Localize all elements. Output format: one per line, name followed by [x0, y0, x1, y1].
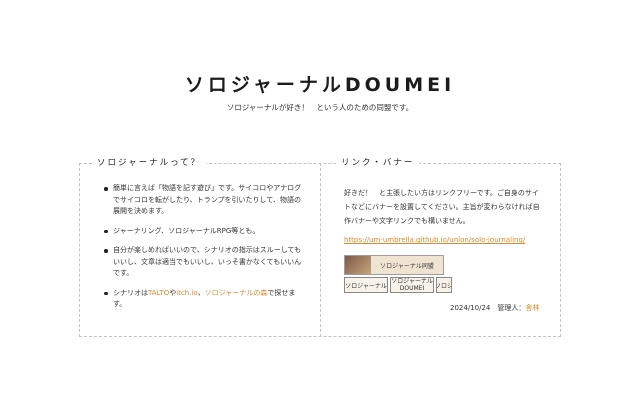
- list-item-text: 簡単に言えば「物語を記す遊び」です。サイコロやアナログでサイコロを転がしたり、ト…: [113, 184, 302, 215]
- list-item-text: ジャーナリング、ソロジャーナルRPG等とも。: [113, 226, 260, 235]
- links-heading: リンク・バナー: [336, 157, 420, 169]
- section-divider: [320, 163, 321, 337]
- banner-small-line2: DOUMEI: [399, 285, 425, 292]
- banner-small[interactable]: ソロジャーナル DOUMEI: [390, 277, 434, 293]
- banner-large-label: ソロジャーナル同盟: [380, 262, 434, 270]
- list-item-text: 、: [197, 288, 205, 297]
- banner-tiny-label: ソロジ: [437, 282, 452, 290]
- about-list: 簡単に言えば「物語を記す遊び」です。サイコロやアナログでサイコロを転がしたり、ト…: [104, 183, 304, 319]
- about-heading: ソロジャーナルって？: [92, 157, 207, 169]
- site-subtitle: ソロジャーナルが好き！ という人のための同盟です。: [226, 103, 414, 112]
- banner-small-line1: ソロジャーナル: [391, 278, 433, 285]
- list-item-text: シナリオは: [113, 288, 148, 297]
- admin-name-link[interactable]: 舎林: [525, 304, 539, 312]
- banner-photo: [345, 256, 371, 274]
- list-item: 簡単に言えば「物語を記す遊び」です。サイコロやアナログでサイコロを転がしたり、ト…: [104, 183, 304, 218]
- site-url-link[interactable]: https://um-umbrella.github.io/union/solo…: [344, 236, 525, 244]
- footer: 2024/10/24 管理人：舎林: [450, 303, 539, 313]
- list-item: ジャーナリング、ソロジャーナルRPG等とも。: [104, 226, 304, 238]
- list-item-text: 自分が楽しめればいいので、シナリオの指示はスルーしてもいいし、文章は適当でもいい…: [113, 246, 302, 277]
- update-date: 2024/10/24: [450, 304, 491, 312]
- banner-tiny[interactable]: ソロジ: [436, 277, 452, 293]
- banner-medium[interactable]: ソロジャーナル: [344, 277, 388, 293]
- talto-link[interactable]: TALTO: [148, 289, 169, 297]
- itchio-link[interactable]: itch.io: [176, 289, 197, 297]
- admin-label: 管理人：: [497, 304, 526, 312]
- link-free-text: 好きだ！ と主張したい方はリンクフリーです。ご自身のサイトなどにバナーを設置して…: [344, 189, 540, 225]
- banner-medium-label: ソロジャーナル: [345, 282, 387, 290]
- site-title: ソロジャーナルDOUMEI: [184, 74, 456, 96]
- solo-journal-forest-link[interactable]: ソロジャーナルの森: [205, 289, 268, 297]
- banner-large[interactable]: ソロジャーナル同盟: [344, 255, 444, 275]
- list-item: シナリオはTALTOやitch.io、ソロジャーナルの森で探せます。: [104, 288, 304, 311]
- list-item: 自分が楽しめればいいので、シナリオの指示はスルーしてもいいし、文章は適当でもいい…: [104, 245, 304, 280]
